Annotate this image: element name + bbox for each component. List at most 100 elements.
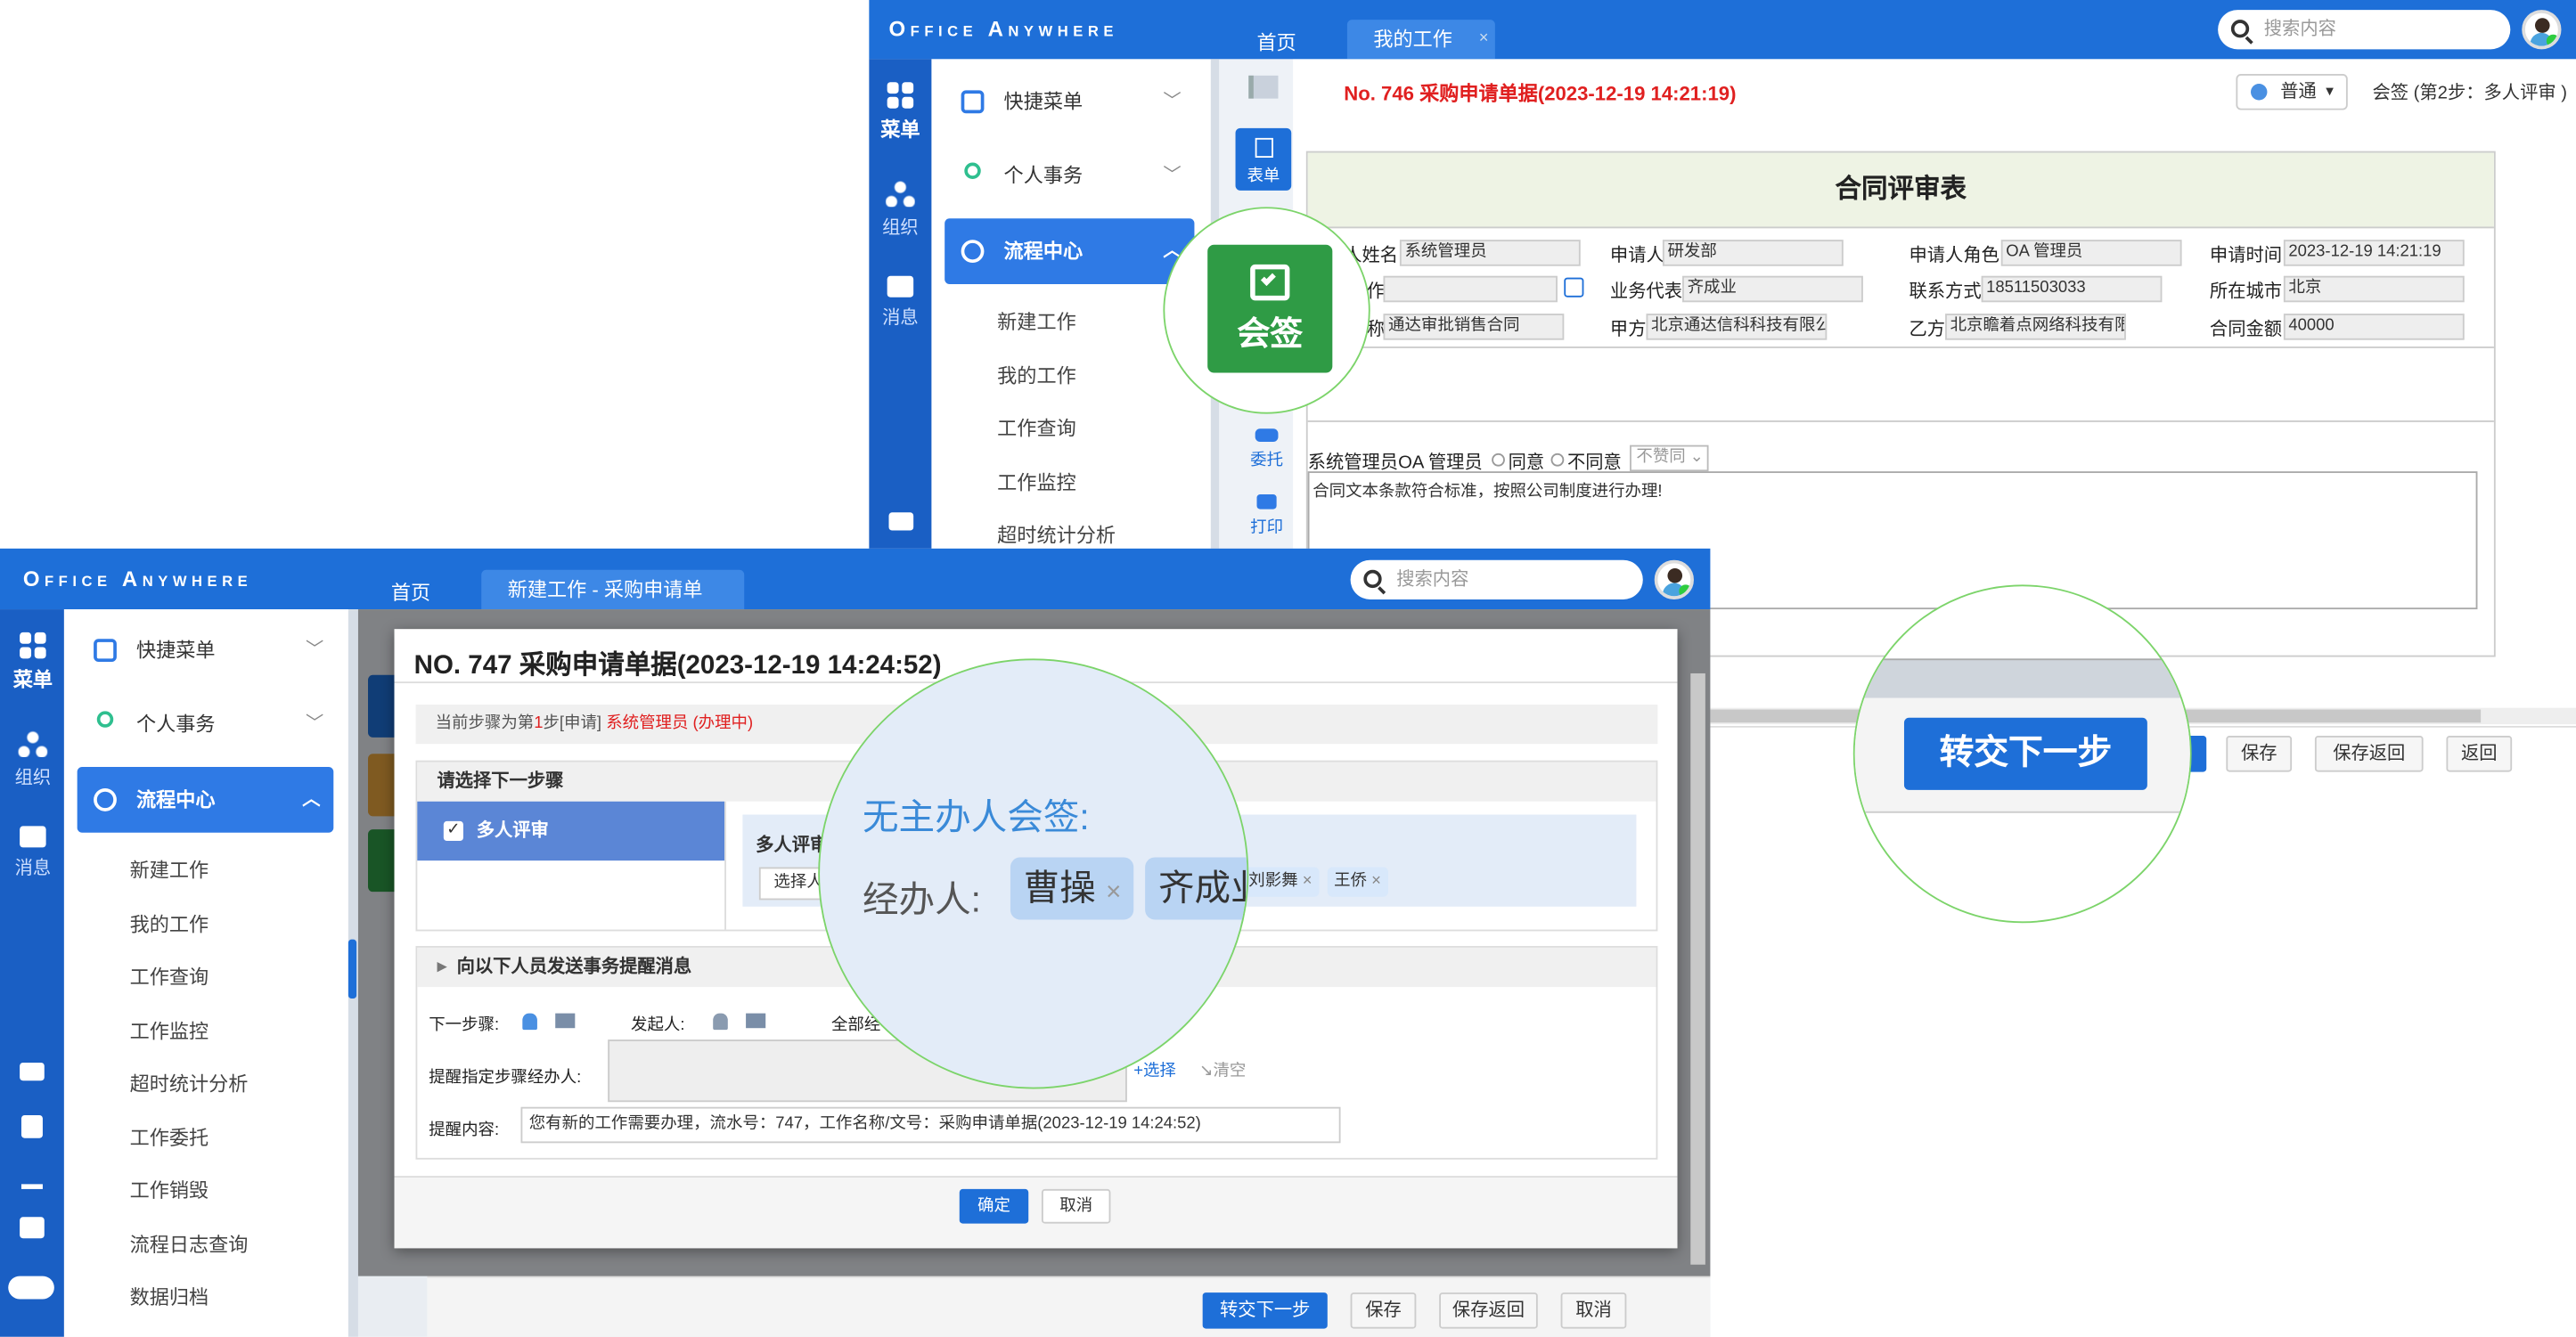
menu-group-personal[interactable]: 个人事务 ﹀ (945, 143, 1182, 208)
link-text: 选择 (1142, 1062, 1176, 1081)
splitter-handle[interactable] (348, 939, 357, 999)
remove-icon[interactable]: × (1106, 878, 1121, 906)
link-text: 清空 (1213, 1062, 1247, 1081)
field-phone[interactable]: 18511503033 (1981, 275, 2163, 303)
field-role[interactable]: OA 管理员 (2000, 240, 2182, 266)
menu-item-flow-log[interactable]: 流程日志查询 (130, 1230, 249, 1258)
confirm-button[interactable]: 确定 (959, 1188, 1029, 1224)
search-input[interactable]: 搜索内容 (1350, 559, 1643, 599)
clear-link[interactable]: ↘清空 (1199, 1056, 1247, 1081)
save-button[interactable]: 保存 (2226, 736, 2293, 772)
field-work[interactable] (1383, 275, 1558, 303)
handler-name: 刘影舞 (1248, 872, 1298, 891)
field-apply-time[interactable]: 2023-12-19 14:21:19 (2283, 240, 2465, 266)
menu-item-work-monitor[interactable]: 工作监控 (130, 1016, 209, 1044)
search-input[interactable]: 搜索内容 (2218, 10, 2511, 50)
select-label: 选择人 (773, 873, 823, 893)
checkbox-checked-icon[interactable]: ✓ (443, 820, 463, 842)
menu-group-shortcut[interactable]: 快捷菜单 ﹀ (78, 617, 323, 683)
save-return-button[interactable]: 保存返回 (2314, 736, 2424, 772)
rail-message[interactable]: 消息 (868, 275, 934, 330)
bell-icon[interactable] (713, 1007, 728, 1036)
menu-group-shortcut[interactable]: 快捷菜单 ﹀ (945, 69, 1182, 135)
menu-item-my-work[interactable]: 我的工作 (130, 909, 209, 937)
rail-monitor[interactable] (868, 512, 934, 537)
shirt-icon[interactable] (20, 1217, 45, 1239)
calendar-check-icon (1250, 264, 1290, 301)
menu-item-data-archive[interactable]: 数据归档 (130, 1283, 209, 1310)
menu-item-timeout-stats[interactable]: 超时统计分析 (997, 520, 1116, 548)
return-button[interactable]: 返回 (2446, 736, 2513, 772)
menu-group-workflow[interactable]: 流程中心 ︿ (945, 218, 1195, 284)
rail-org[interactable]: 组织 (868, 180, 934, 240)
field-department[interactable]: 研发部 (1662, 240, 1844, 266)
collapse-icon[interactable] (1248, 75, 1279, 99)
avatar[interactable] (2522, 10, 2562, 50)
dialog-scrollbar[interactable] (2088, 629, 2101, 1187)
menu-group-personal[interactable]: 个人事务 ﹀ (78, 691, 323, 757)
org-icon (885, 180, 915, 208)
next-step-button-zoom[interactable]: 转交下一步 (1903, 717, 2147, 790)
rail-label: 菜单 (12, 668, 53, 692)
save-button[interactable]: 保存 (1350, 1292, 1417, 1329)
priority-select[interactable]: 普通 ▼ (2236, 73, 2348, 110)
field-contract-name[interactable]: 通达审批销售合同 (1383, 314, 1565, 340)
mail-icon[interactable] (736, 1007, 766, 1036)
cancel-button[interactable]: 取消 (1041, 1188, 1111, 1224)
field-city[interactable]: 北京 (2283, 275, 2465, 303)
content-input[interactable]: 您有新的工作需要办理，流水号：747，工作名称/文号：采购申请单据(2023-1… (520, 1106, 1341, 1144)
mail-icon[interactable] (545, 1007, 576, 1036)
rail-org[interactable]: 组织 (0, 730, 66, 789)
app-logo[interactable]: Office Anywhere (23, 567, 252, 591)
rail-message[interactable]: 消息 (0, 826, 66, 880)
menu-item-timeout-stats[interactable]: 超时统计分析 (130, 1069, 249, 1097)
rail-label: 组织 (14, 768, 52, 789)
field-sales-rep[interactable]: 齐成业 (1682, 275, 1863, 303)
tab-home[interactable]: 首页 (1257, 28, 1296, 55)
content-scrollbar[interactable] (1690, 673, 1705, 1265)
more-toggle-icon[interactable] (8, 1276, 54, 1300)
cancel-button[interactable]: 取消 (1560, 1292, 1627, 1329)
rail-menu[interactable]: 菜单 (0, 632, 66, 693)
lookup-icon[interactable] (1564, 277, 1584, 298)
remove-icon[interactable]: × (1371, 872, 1381, 890)
menu-item-work-query[interactable]: 工作查询 (997, 414, 1076, 442)
chevron-down-icon: ﹀ (1163, 92, 1182, 112)
tab-home[interactable]: 首页 (391, 578, 430, 606)
opinion-select[interactable]: 不赞同 ⌄ (1630, 444, 1709, 472)
rail-menu[interactable]: 菜单 (868, 82, 934, 143)
avatar[interactable] (1654, 559, 1694, 599)
select-handler-button[interactable]: 选择人 (758, 867, 825, 901)
field-amount[interactable]: 40000 (2283, 314, 2465, 340)
close-icon[interactable]: × (1479, 20, 1489, 59)
disagree-radio[interactable] (1550, 452, 1565, 467)
document-icon[interactable] (20, 1114, 43, 1138)
menu-item-work-query[interactable]: 工作查询 (130, 962, 209, 990)
menu-item-work-monitor[interactable]: 工作监控 (997, 468, 1076, 495)
field-applicant[interactable]: 系统管理员 (1399, 240, 1581, 266)
app-logo[interactable]: Office Anywhere (888, 16, 1117, 41)
delegate-tool[interactable]: 委托 (1242, 428, 1291, 469)
tab-new-work[interactable]: 新建工作 - 采购申请单据 × (481, 569, 745, 640)
tab-my-work[interactable]: 我的工作 × (1346, 20, 1495, 60)
step-option-multi-review[interactable]: ✓ 多人评审 (417, 801, 725, 861)
menu-item-work-delegate[interactable]: 工作委托 (130, 1123, 209, 1151)
bell-icon[interactable] (522, 1007, 537, 1036)
form-tool[interactable]: 表单 (1235, 127, 1292, 191)
menu-item-work-destroy[interactable]: 工作销毁 (130, 1176, 209, 1203)
menu-item-new-work[interactable]: 新建工作 (130, 856, 209, 884)
field-party-a[interactable]: 北京通达信科科技有限公 (1646, 314, 1828, 340)
sign-button[interactable]: 会签 (1207, 244, 1333, 373)
agree-radio[interactable] (1492, 452, 1505, 467)
print-tool[interactable]: 打印 (1242, 493, 1291, 537)
menu-item-my-work[interactable]: 我的工作 (997, 362, 1076, 389)
menu-item-new-work[interactable]: 新建工作 (997, 307, 1076, 335)
remove-icon[interactable]: × (1303, 872, 1313, 890)
save-return-button[interactable]: 保存返回 (1439, 1292, 1538, 1329)
handshake-icon (1255, 428, 1279, 442)
next-step-button[interactable]: 转交下一步 (1202, 1292, 1328, 1329)
menu-group-workflow[interactable]: 流程中心 ︿ (77, 767, 334, 833)
download-icon[interactable] (20, 1168, 43, 1189)
monitor-icon[interactable] (20, 1062, 45, 1081)
field-party-b[interactable]: 北京瞻着点网络科技有限 (1945, 314, 2126, 340)
